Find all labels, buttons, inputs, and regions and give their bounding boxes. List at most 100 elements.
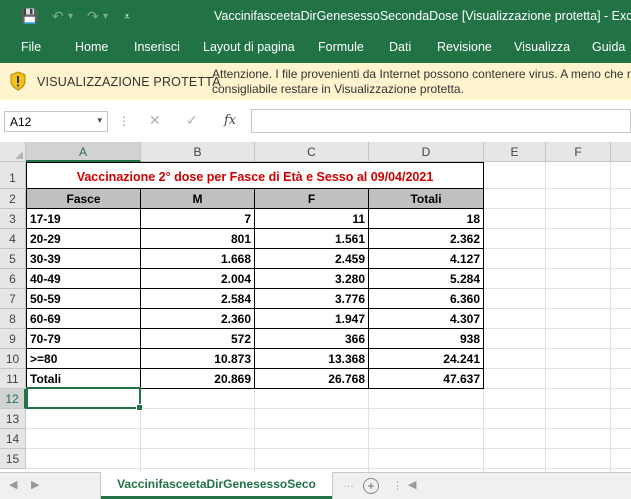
undo-dropdown-icon[interactable]: ▾	[68, 8, 73, 26]
header-m[interactable]: M	[140, 188, 255, 209]
table-cell[interactable]: 5.284	[368, 268, 484, 289]
table-cell[interactable]: 1.947	[254, 308, 369, 329]
sheet-prev-icon[interactable]: ◀	[9, 478, 17, 491]
table-cell[interactable]: 18	[368, 208, 484, 229]
tab-home[interactable]: Home	[75, 40, 108, 54]
total-row-label[interactable]: Totali	[26, 368, 141, 389]
add-sheet-icon[interactable]: +	[363, 478, 379, 494]
select-all-button[interactable]	[0, 142, 26, 162]
gridline	[484, 268, 631, 269]
sheet-next-icon[interactable]: ▶	[31, 478, 39, 491]
table-cell[interactable]: 70-79	[26, 328, 141, 349]
table-cell[interactable]: 801	[140, 228, 255, 249]
table-cell[interactable]: 938	[368, 328, 484, 349]
column-header-e[interactable]: E	[484, 142, 546, 162]
protected-view-bar: VISUALIZZAZIONE PROTETTA Attenzione. I f…	[0, 63, 631, 101]
formula-input[interactable]	[251, 109, 631, 133]
header-f[interactable]: F	[254, 188, 369, 209]
total-m[interactable]: 20.869	[140, 368, 255, 389]
table-cell[interactable]: 50-59	[26, 288, 141, 309]
total-totali[interactable]: 47.637	[368, 368, 484, 389]
table-cell[interactable]: 60-69	[26, 308, 141, 329]
table-cell[interactable]: 13.368	[254, 348, 369, 369]
tab-visualizza[interactable]: Visualizza	[514, 40, 570, 54]
table-cell[interactable]: 40-49	[26, 268, 141, 289]
row-header-14[interactable]: 14	[0, 429, 26, 449]
gridline	[254, 388, 255, 472]
redo-dropdown-icon[interactable]: ▾	[103, 8, 108, 26]
row-header-9[interactable]: 9	[0, 329, 26, 349]
undo-icon[interactable]: ↶	[52, 7, 64, 25]
table-cell[interactable]: 24.241	[368, 348, 484, 369]
active-cell-a12[interactable]	[26, 387, 143, 411]
header-totali[interactable]: Totali	[368, 188, 484, 209]
row-header-3[interactable]: 3	[0, 209, 26, 229]
column-header-d[interactable]: D	[369, 142, 484, 162]
table-cell[interactable]: 4.307	[368, 308, 484, 329]
chevron-down-icon[interactable]: ▾	[97, 115, 102, 126]
table-cell[interactable]: 2.459	[254, 248, 369, 269]
tab-guida[interactable]: Guida	[592, 40, 625, 54]
table-cell[interactable]: 20-29	[26, 228, 141, 249]
table-cell[interactable]: 1.668	[140, 248, 255, 269]
table-cell[interactable]: 3.280	[254, 268, 369, 289]
row-header-7[interactable]: 7	[0, 289, 26, 309]
row-header-4[interactable]: 4	[0, 229, 26, 249]
gridline	[368, 388, 369, 472]
tabs-overflow-icon[interactable]: …	[343, 478, 354, 490]
column-header-g-partial[interactable]	[611, 142, 631, 162]
tab-file[interactable]: File	[21, 40, 41, 54]
row-header-15[interactable]: 15	[0, 449, 26, 469]
row-header-11[interactable]: 11	[0, 369, 26, 389]
table-cell[interactable]: 7	[140, 208, 255, 229]
table-cell[interactable]: 2.362	[368, 228, 484, 249]
tabs-splitter-icon[interactable]: ⋮	[392, 479, 403, 492]
table-title[interactable]: Vaccinazione 2° dose per Fasce di Età e …	[26, 162, 484, 189]
table-cell[interactable]: 3.776	[254, 288, 369, 309]
formula-bar-grip[interactable]: ⋮	[118, 114, 130, 129]
tab-inserisci[interactable]: Inserisci	[134, 40, 180, 54]
insert-function-icon[interactable]: fx	[224, 113, 236, 128]
table-cell[interactable]: 6.360	[368, 288, 484, 309]
table-cell[interactable]: 30-39	[26, 248, 141, 269]
row-header-13[interactable]: 13	[0, 409, 26, 429]
enter-icon[interactable]: ✓	[186, 112, 198, 129]
redo-icon[interactable]: ↷	[87, 7, 99, 25]
table-cell[interactable]: 10.873	[140, 348, 255, 369]
tab-formule[interactable]: Formule	[318, 40, 364, 54]
table-cell[interactable]: 4.127	[368, 248, 484, 269]
row-header-6[interactable]: 6	[0, 269, 26, 289]
column-header-f[interactable]: F	[546, 142, 611, 162]
table-cell[interactable]: 17-19	[26, 208, 141, 229]
table-cell[interactable]: 366	[254, 328, 369, 349]
tab-revisione[interactable]: Revisione	[437, 40, 492, 54]
table-cell[interactable]: 2.360	[140, 308, 255, 329]
tab-layout[interactable]: Layout di pagina	[203, 40, 295, 54]
sheet-tab-active[interactable]: VaccinifasceetaDirGenesessoSeco	[101, 472, 332, 499]
customize-qat-icon[interactable]: ⩡	[124, 8, 130, 26]
gridline	[484, 288, 631, 289]
table-cell[interactable]: 572	[140, 328, 255, 349]
cancel-icon[interactable]: ✕	[149, 112, 161, 129]
name-box[interactable]: A12 ▾	[4, 111, 108, 132]
column-header-a[interactable]: A	[26, 142, 141, 162]
tab-dati[interactable]: Dati	[389, 40, 411, 54]
row-header-8[interactable]: 8	[0, 309, 26, 329]
table-cell[interactable]: 2.584	[140, 288, 255, 309]
row-header-1[interactable]: 1	[0, 162, 26, 189]
table-cell[interactable]: 11	[254, 208, 369, 229]
column-header-c[interactable]: C	[255, 142, 369, 162]
row-header-2[interactable]: 2	[0, 189, 26, 209]
table-cell[interactable]: 2.004	[140, 268, 255, 289]
scroll-left-icon[interactable]: ◀	[408, 478, 416, 491]
header-fasce[interactable]: Fasce	[26, 188, 141, 209]
worksheet-grid[interactable]: A B C D E F 1 2 3 4 5 6 7 8 9 10 11 12 1…	[0, 142, 631, 472]
column-header-b[interactable]: B	[141, 142, 255, 162]
save-icon[interactable]: 💾	[21, 7, 38, 25]
row-header-5[interactable]: 5	[0, 249, 26, 269]
table-cell[interactable]: >=80	[26, 348, 141, 369]
total-f[interactable]: 26.768	[254, 368, 369, 389]
table-cell[interactable]: 1.561	[254, 228, 369, 249]
row-header-10[interactable]: 10	[0, 349, 26, 369]
row-header-12[interactable]: 12	[0, 389, 26, 409]
